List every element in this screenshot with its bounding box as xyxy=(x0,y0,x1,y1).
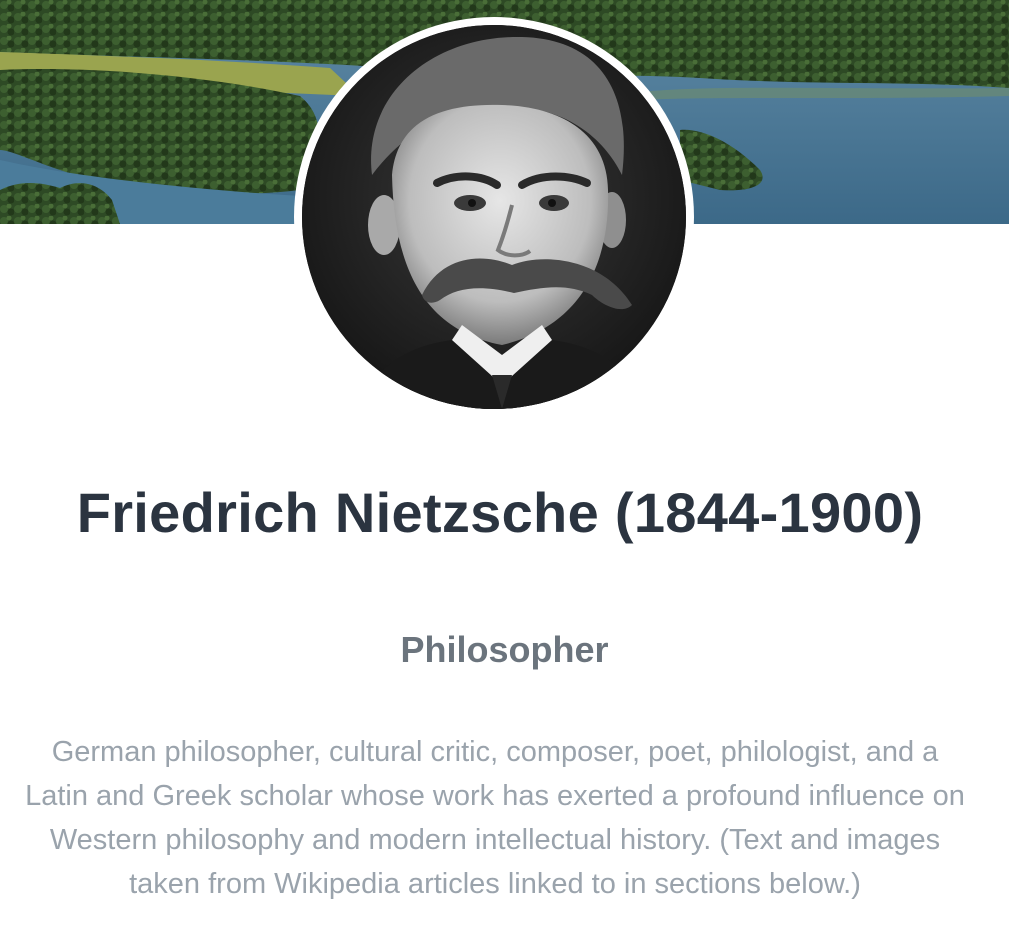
profile-role: Philosopher xyxy=(400,629,609,670)
portrait-photo xyxy=(302,25,686,409)
profile-bio: German philosopher, cultural critic, com… xyxy=(25,736,965,900)
profile-page: Friedrich Nietzsche (1844-1900) Philosop… xyxy=(0,0,1009,929)
profile-name: Friedrich Nietzsche (1844-1900) xyxy=(76,481,924,544)
avatar xyxy=(294,17,694,417)
